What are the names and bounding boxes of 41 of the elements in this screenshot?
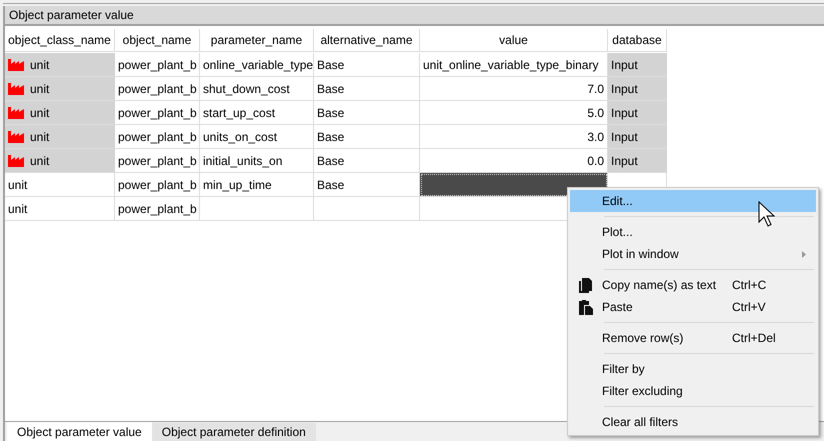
shortcut-text: Ctrl+V bbox=[732, 300, 767, 314]
table-cell: Base bbox=[314, 77, 420, 101]
cell-text: unit bbox=[30, 82, 50, 96]
table-cell: Base bbox=[314, 101, 420, 125]
cell-text: unit bbox=[30, 154, 50, 168]
table-cell: Base bbox=[314, 53, 420, 77]
table-cell: units_on_cost bbox=[200, 125, 314, 149]
table-cell: power_plant_b bbox=[115, 197, 200, 221]
cell-text: unit bbox=[30, 58, 50, 72]
menu-item-label: Edit... bbox=[602, 194, 634, 208]
shortcut-text: Ctrl+C bbox=[732, 278, 768, 292]
cell-text: unit bbox=[30, 106, 50, 120]
table-cell: power_plant_b bbox=[115, 149, 200, 173]
table-cell: Input bbox=[608, 101, 667, 125]
table-cell: Input bbox=[608, 125, 667, 149]
table-cell: power_plant_b bbox=[115, 173, 200, 197]
cell-text: unit bbox=[8, 178, 28, 192]
table-cell: power_plant_b bbox=[115, 101, 200, 125]
shortcut-text: Ctrl+Del bbox=[732, 331, 777, 345]
menu-item-label: Plot... bbox=[602, 225, 634, 239]
table-cell: Input bbox=[608, 77, 667, 101]
menu-item-label: Filter excluding bbox=[602, 384, 684, 398]
table-cell: Input bbox=[608, 149, 667, 173]
table-cell: power_plant_b bbox=[115, 53, 200, 77]
table-cell: min_up_time bbox=[200, 173, 314, 197]
menu-item-label: Filter by bbox=[602, 362, 646, 376]
panel-title: Object parameter value bbox=[9, 8, 134, 22]
table-cell: shut_down_cost bbox=[200, 77, 314, 101]
cell-text: unit bbox=[30, 130, 50, 144]
table-cell: start_up_cost bbox=[200, 101, 314, 125]
table-cell: Input bbox=[608, 53, 667, 77]
table-cell: power_plant_b bbox=[115, 125, 200, 149]
table-cell: online_variable_type bbox=[200, 53, 314, 77]
table-cell: Base bbox=[314, 149, 420, 173]
menu-item-label: Plot in window bbox=[602, 247, 680, 261]
table-cell: Base bbox=[314, 125, 420, 149]
cell-text: unit bbox=[8, 202, 28, 216]
table-cell: power_plant_b bbox=[115, 77, 200, 101]
table-cell: initial_units_on bbox=[200, 149, 314, 173]
menu-item-label: Clear all filters bbox=[602, 415, 680, 429]
table-cell: Base bbox=[314, 173, 420, 197]
